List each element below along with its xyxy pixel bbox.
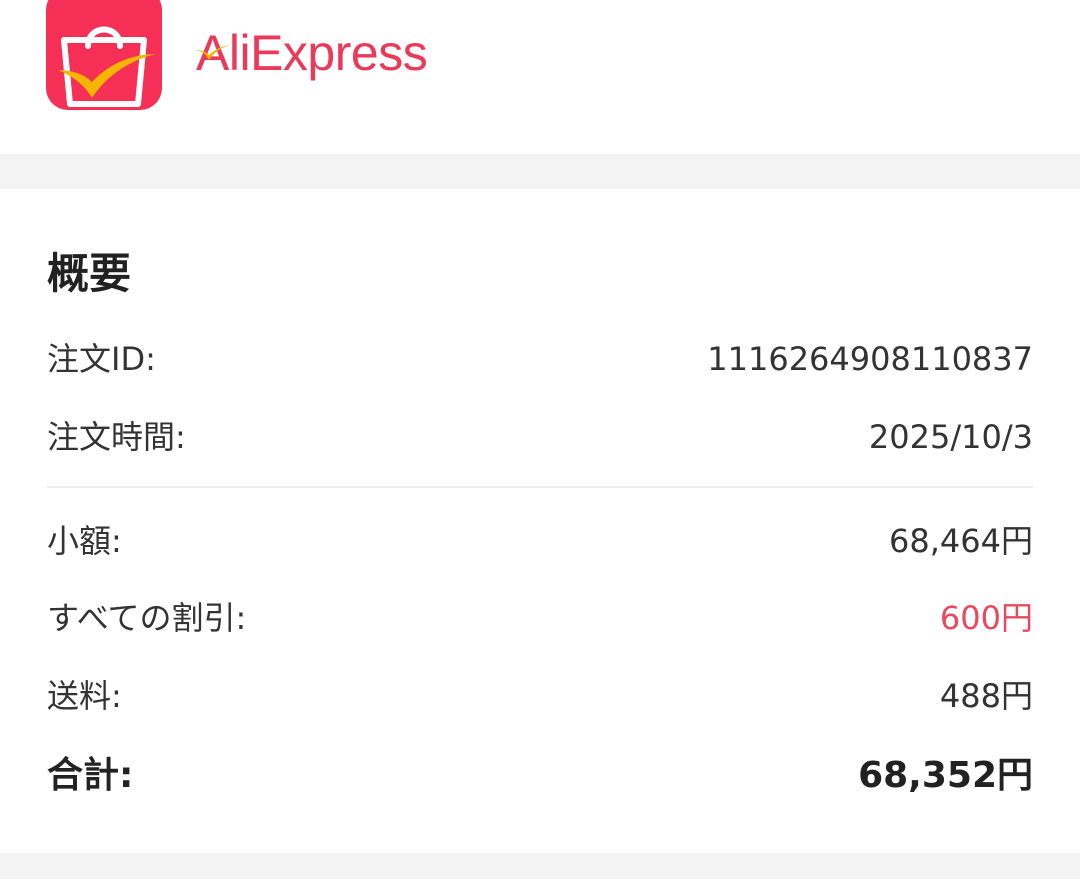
section-separator <box>0 154 1080 189</box>
section-separator-bottom <box>0 853 1080 879</box>
discount-label: すべての割引: <box>47 599 247 637</box>
order-time-label: 注文時間: <box>47 418 186 456</box>
subtotal-value: 68,464円 <box>889 522 1033 560</box>
app-header: A liExpress <box>0 0 1080 154</box>
total-label: 合計: <box>47 755 134 796</box>
aliexpress-bag-icon[interactable] <box>46 0 162 110</box>
order-id-label: 注文ID: <box>47 340 156 378</box>
subtotal-label: 小額: <box>47 522 122 560</box>
discount-value: 600円 <box>939 599 1033 637</box>
shipping-row: 送料: 488円 <box>47 671 1033 721</box>
order-summary-card: 概要 注文ID: 1116264908110837 注文時間: 2025/10/… <box>0 189 1080 853</box>
subtotal-row: 小額: 68,464円 <box>47 516 1033 566</box>
summary-title: 概要 <box>47 249 132 298</box>
total-value: 68,352円 <box>858 755 1033 796</box>
divider <box>47 486 1033 488</box>
order-time-row: 注文時間: 2025/10/3 <box>47 412 1033 462</box>
shipping-value: 488円 <box>939 677 1033 715</box>
discount-row: すべての割引: 600円 <box>47 593 1033 643</box>
brand-check-icon <box>196 45 230 60</box>
total-row: 合計: 68,352円 <box>47 751 1033 801</box>
order-time-value: 2025/10/3 <box>868 418 1033 456</box>
shipping-label: 送料: <box>47 677 122 715</box>
order-id-value: 1116264908110837 <box>707 340 1033 378</box>
brand-logo: A liExpress <box>196 18 428 88</box>
order-id-row: 注文ID: 1116264908110837 <box>47 334 1033 384</box>
